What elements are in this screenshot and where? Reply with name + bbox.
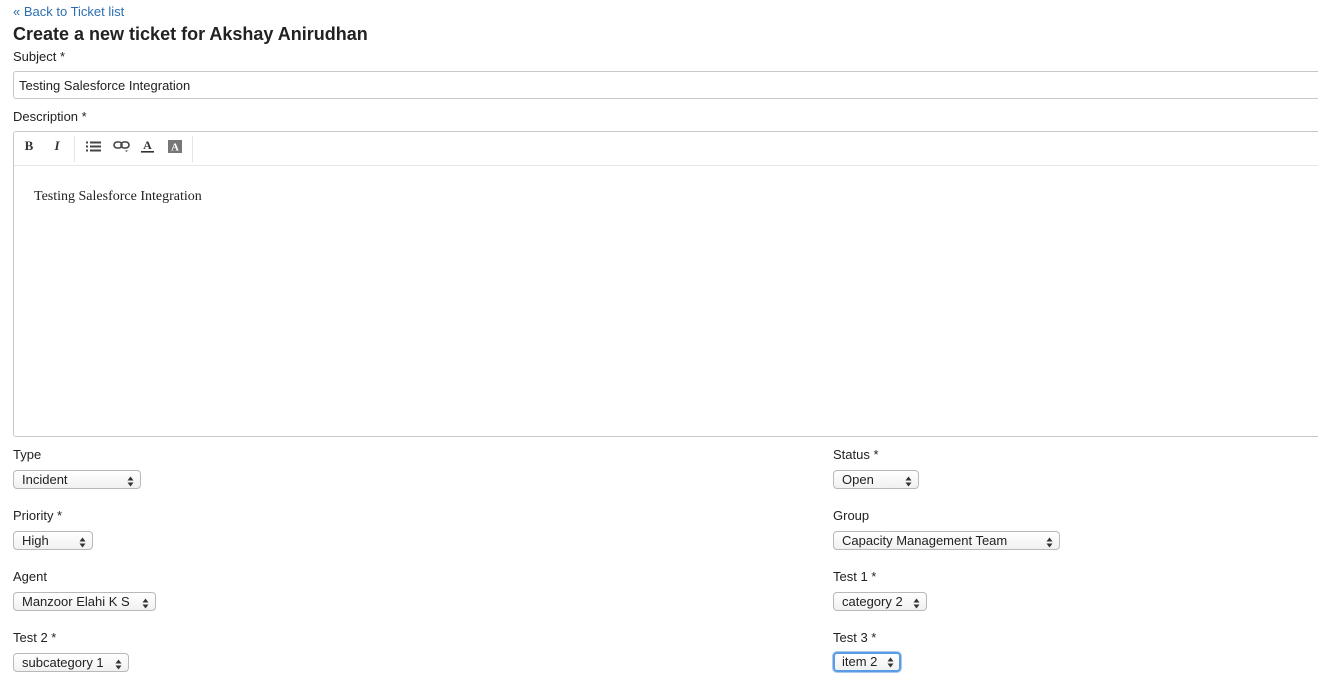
italic-icon: I bbox=[54, 138, 60, 153]
select-arrows-icon bbox=[913, 596, 920, 609]
format-button-group: B I bbox=[14, 136, 75, 162]
select-arrows-icon bbox=[79, 535, 86, 548]
svg-text:A: A bbox=[143, 139, 152, 152]
group-select-value: Capacity Management Team bbox=[842, 533, 1008, 548]
status-label: Status * bbox=[833, 447, 879, 462]
test1-label: Test 1 * bbox=[833, 569, 877, 584]
subject-input[interactable] bbox=[13, 71, 1318, 99]
select-arrows-icon bbox=[905, 474, 912, 487]
select-arrows-icon bbox=[142, 596, 149, 609]
priority-select-value: High bbox=[22, 533, 49, 548]
description-label: Description * bbox=[13, 109, 87, 124]
type-label: Type bbox=[13, 447, 42, 462]
editor-toolbar: B I A A bbox=[14, 132, 1318, 166]
back-to-ticket-list-link[interactable]: « Back to Ticket list bbox=[13, 3, 124, 20]
bulleted-list-button[interactable] bbox=[83, 136, 103, 156]
priority-label: Priority * bbox=[13, 508, 63, 523]
agent-label: Agent bbox=[13, 569, 47, 584]
test1-select[interactable]: category 2 bbox=[833, 592, 927, 611]
bold-button[interactable]: B bbox=[19, 136, 39, 156]
type-select[interactable]: Incident bbox=[13, 470, 141, 489]
background-color-icon: A bbox=[168, 139, 182, 153]
description-editor[interactable]: B I A A Testing Salesforce Integration bbox=[13, 131, 1318, 437]
test2-select-value: subcategory 1 bbox=[22, 655, 104, 670]
status-select[interactable]: Open bbox=[833, 470, 919, 489]
select-arrows-icon bbox=[887, 656, 894, 668]
new-ticket-page: « Back to Ticket list Create a new ticke… bbox=[0, 0, 1318, 696]
page-title: Create a new ticket for Akshay Anirudhan bbox=[13, 24, 368, 44]
select-arrows-icon bbox=[1046, 535, 1053, 548]
editor-content[interactable]: Testing Salesforce Integration bbox=[34, 188, 202, 206]
select-arrows-icon bbox=[127, 474, 134, 487]
svg-text:A: A bbox=[171, 141, 179, 153]
text-color-button[interactable]: A bbox=[137, 136, 157, 156]
italic-button[interactable]: I bbox=[47, 136, 67, 156]
agent-select[interactable]: Manzoor Elahi K S bbox=[13, 592, 156, 611]
test3-select-value: item 2 bbox=[842, 654, 878, 669]
bulleted-list-icon bbox=[85, 141, 101, 152]
test1-select-value: category 2 bbox=[842, 594, 903, 609]
bold-icon: B bbox=[24, 138, 34, 153]
group-select[interactable]: Capacity Management Team bbox=[833, 531, 1060, 550]
link-icon bbox=[112, 140, 130, 152]
type-select-value: Incident bbox=[22, 472, 68, 487]
select-arrows-icon bbox=[115, 657, 122, 670]
text-color-icon: A bbox=[140, 139, 154, 153]
test2-label: Test 2 * bbox=[13, 630, 57, 645]
background-color-button[interactable]: A bbox=[165, 136, 185, 156]
test2-select[interactable]: subcategory 1 bbox=[13, 653, 129, 672]
test3-label: Test 3 * bbox=[833, 630, 877, 645]
subject-label: Subject * bbox=[13, 49, 66, 64]
insert-link-button[interactable] bbox=[111, 136, 131, 156]
insert-button-group: A A bbox=[74, 136, 193, 162]
status-select-value: Open bbox=[842, 472, 874, 487]
priority-select[interactable]: High bbox=[13, 531, 93, 550]
agent-select-value: Manzoor Elahi K S bbox=[22, 594, 130, 609]
test3-select[interactable]: item 2 bbox=[833, 652, 901, 672]
group-label: Group bbox=[833, 508, 870, 523]
